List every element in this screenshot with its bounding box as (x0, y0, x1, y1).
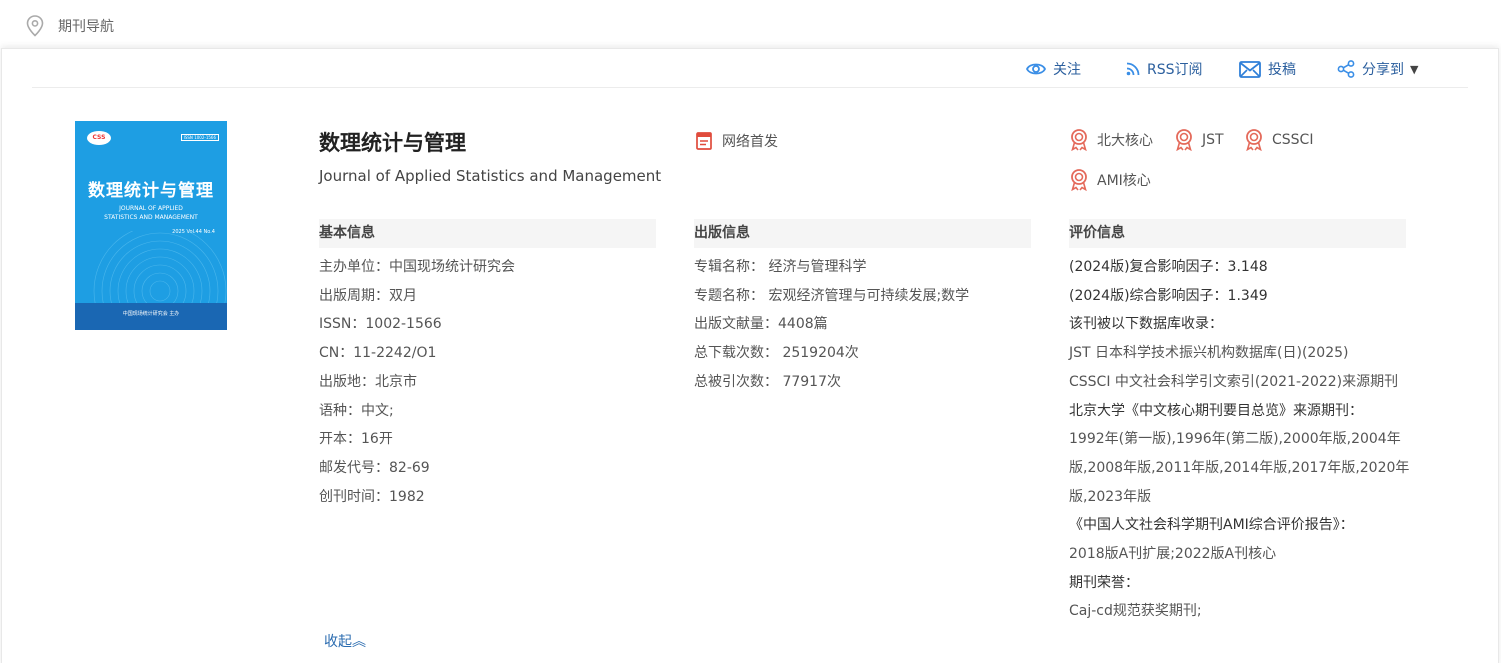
publication-info-heading: 出版信息 (694, 219, 1031, 248)
basic-info-heading: 基本信息 (319, 219, 656, 248)
badge-label: 北大核心 (1097, 133, 1153, 149)
cover-publisher: 中国现场统计研究会 主办 (122, 311, 180, 317)
rss-button[interactable]: RSS订阅 (1126, 57, 1203, 81)
evaluation-info-section: 评价信息 (2024版)复合影响因子：3.148 (2024版)综合影响因子：1… (1069, 219, 1410, 626)
info-line: 总下载次数： 2519204次 (694, 345, 859, 362)
award-icon (1246, 129, 1262, 151)
award-icon (1176, 129, 1192, 151)
info-line: (2024版)复合影响因子：3.148 (1069, 259, 1268, 275)
location-pin-icon (26, 15, 44, 37)
follow-label: 关注 (1053, 62, 1081, 78)
award-icon (1071, 129, 1087, 151)
caret-down-icon: ▼ (1410, 62, 1419, 76)
cover-english-line2: STATISTICS AND MANAGEMENT (104, 214, 198, 221)
award-icon (1071, 169, 1087, 191)
journal-card: 关注 RSS订阅 投稿 分享到 ▼ CSS ISSN 1002-1566 数理统… (1, 48, 1499, 663)
badge-label: JST (1202, 132, 1224, 148)
cover-english: JOURNAL OF APPLIED STATISTICS AND MANAGE… (75, 204, 227, 222)
info-line: 版,2023年版 (1069, 488, 1152, 505)
share-icon (1337, 60, 1355, 78)
follow-button[interactable]: 关注 (1026, 57, 1081, 81)
info-line: 主办单位：中国现场统计研究会 (319, 259, 515, 275)
envelope-icon (1239, 60, 1261, 78)
info-line: CSSCI 中文社会科学引文索引(2021-2022)来源期刊 (1069, 373, 1399, 390)
rss-label: RSS订阅 (1147, 62, 1203, 78)
info-line: 专题名称： 宏观经济管理与可持续发展;数学 (694, 287, 970, 304)
submit-label: 投稿 (1268, 62, 1296, 78)
info-line: 北京大学《中文核心期刊要目总览》来源期刊： (1069, 402, 1363, 419)
info-line: 《中国人文社会科学期刊AMI综合评价报告》： (1069, 517, 1354, 534)
action-toolbar: 关注 RSS订阅 投稿 分享到 ▼ (32, 49, 1468, 88)
share-label: 分享到 (1362, 62, 1404, 78)
info-line: 2018版A刊扩展;2022版A刊核心 (1069, 546, 1277, 563)
journal-title: 数理统计与管理 (319, 131, 466, 155)
breadcrumb-label[interactable]: 期刊导航 (58, 16, 114, 36)
info-line: 总被引次数： 77917次 (694, 373, 841, 390)
info-line: 版,2008年版,2011年版,2014年版,2017年版,2020年 (1069, 459, 1410, 476)
info-line: CN：11-2242/O1 (319, 345, 437, 362)
publication-info-section: 出版信息 专辑名称： 经济与管理科学 专题名称： 宏观经济管理与可持续发展;数学… (694, 219, 1031, 397)
document-icon (696, 132, 712, 150)
info-line: 专辑名称： 经济与管理科学 (694, 259, 867, 275)
info-line: 开本：16开 (319, 431, 393, 448)
cover-issn: ISSN 1002-1566 (180, 134, 219, 141)
info-line: 邮发代号：82-69 (319, 459, 430, 476)
submit-button[interactable]: 投稿 (1239, 57, 1296, 81)
network-first-text: 网络首发 (722, 134, 778, 150)
info-line: 1992年(第一版),1996年(第二版),2000年版,2004年 (1069, 431, 1401, 448)
badge-pku-core: 北大核心 (1070, 129, 1153, 151)
badge-cssci: CSSCI (1245, 129, 1313, 151)
share-button[interactable]: 分享到 ▼ (1337, 57, 1418, 81)
journal-cover: CSS ISSN 1002-1566 数理统计与管理 JOURNAL OF AP… (75, 121, 227, 330)
rss-icon (1126, 62, 1140, 76)
badge-ami-core: AMI核心 (1070, 169, 1151, 191)
info-line: 出版周期：双月 (319, 287, 417, 304)
info-line: JST 日本科学技术振兴机构数据库(日)(2025) (1069, 345, 1349, 362)
basic-info-section: 基本信息 主办单位：中国现场统计研究会 出版周期：双月 ISSN：1002-15… (319, 219, 656, 511)
info-line: (2024版)综合影响因子：1.349 (1069, 287, 1268, 304)
info-line: 期刊荣誉： (1069, 574, 1139, 591)
info-line: ISSN：1002-1566 (319, 316, 442, 333)
info-line: 语种：中文; (319, 402, 394, 419)
badge-label: AMI核心 (1097, 173, 1151, 189)
evaluation-info-heading: 评价信息 (1069, 219, 1406, 248)
cover-english-line1: JOURNAL OF APPLIED (119, 205, 183, 212)
info-line: 创刊时间：1982 (319, 488, 425, 505)
collapse-link[interactable]: 收起︽ (324, 631, 366, 651)
network-first-label[interactable]: 网络首发 (696, 131, 778, 151)
eye-icon (1026, 63, 1046, 75)
badge-jst: JST (1175, 129, 1224, 151)
cover-title: 数理统计与管理 (88, 181, 214, 201)
info-line: 该刊被以下数据库收录： (1069, 316, 1223, 333)
info-line: 出版文献量：4408篇 (694, 316, 828, 333)
badge-label: CSSCI (1272, 132, 1314, 148)
journal-english-title: Journal of Applied Statistics and Manage… (319, 167, 662, 185)
info-line: 出版地：北京市 (319, 373, 417, 390)
info-line: Caj-cd规范获奖期刊; (1069, 603, 1202, 620)
breadcrumb: 期刊导航 (26, 14, 114, 38)
cover-logo: CSS (87, 131, 111, 145)
